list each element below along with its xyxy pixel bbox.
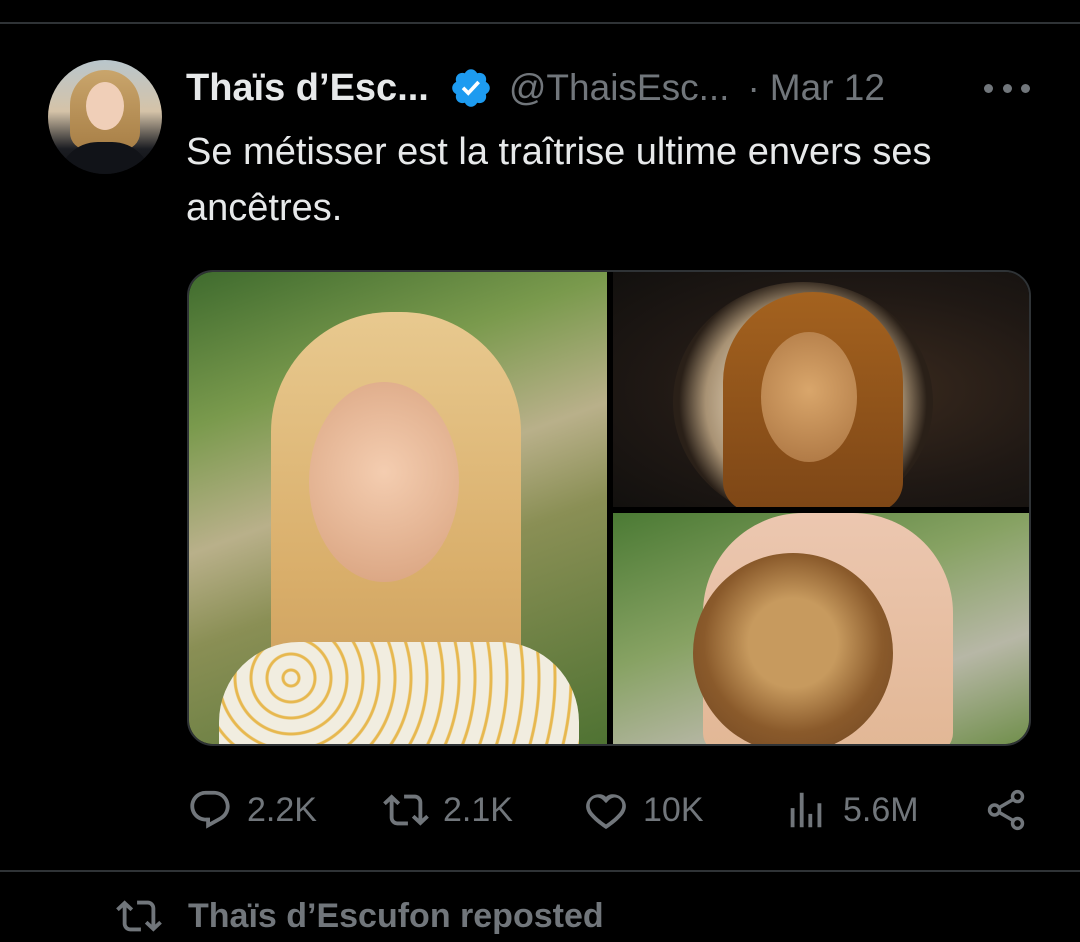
photo-comparison-overlay[interactable] bbox=[613, 513, 1029, 744]
reply-button[interactable]: 2.2K bbox=[187, 782, 317, 838]
media-grid bbox=[187, 270, 1031, 746]
tweet-date[interactable]: Mar 12 bbox=[770, 67, 885, 109]
like-count: 10K bbox=[643, 790, 704, 829]
repost-icon bbox=[383, 794, 429, 826]
repost-count: 2.1K bbox=[443, 790, 513, 829]
like-icon bbox=[586, 794, 626, 830]
tweet-actions: 2.2K 2.1K 10K 5.6M bbox=[187, 782, 1031, 838]
repost-indicator[interactable]: Thaïs d’Escufon reposted bbox=[116, 890, 604, 942]
avatar[interactable] bbox=[48, 60, 162, 174]
views-count: 5.6M bbox=[843, 790, 919, 829]
verified-badge-icon[interactable] bbox=[449, 66, 493, 110]
tweet-header: Thaïs d’Esc... @ThaisEsc... · Mar 12 bbox=[186, 62, 885, 114]
repost-icon bbox=[116, 900, 162, 932]
reply-count: 2.2K bbox=[247, 790, 317, 829]
views-icon bbox=[790, 792, 822, 828]
separator-dot: · bbox=[747, 67, 760, 108]
photo-blonde-woman[interactable] bbox=[189, 272, 607, 744]
repost-button[interactable]: 2.1K bbox=[383, 782, 513, 838]
reply-icon bbox=[190, 790, 230, 829]
views-button[interactable]: 5.6M bbox=[783, 782, 919, 838]
author-handle[interactable]: @ThaisEsc... bbox=[509, 67, 730, 109]
bottom-divider bbox=[0, 870, 1080, 872]
share-icon bbox=[987, 789, 1025, 831]
like-button[interactable]: 10K bbox=[583, 782, 704, 838]
photo-painting-portrait[interactable] bbox=[613, 272, 1029, 507]
tweet-text: Se métisser est la traîtrise ultime enve… bbox=[186, 131, 932, 229]
reposted-label: Thaïs d’Escufon reposted bbox=[188, 896, 604, 935]
more-icon[interactable] bbox=[984, 76, 1030, 100]
top-divider bbox=[0, 22, 1080, 24]
author-name[interactable]: Thaïs d’Esc... bbox=[186, 67, 429, 110]
share-button[interactable] bbox=[983, 782, 1029, 838]
